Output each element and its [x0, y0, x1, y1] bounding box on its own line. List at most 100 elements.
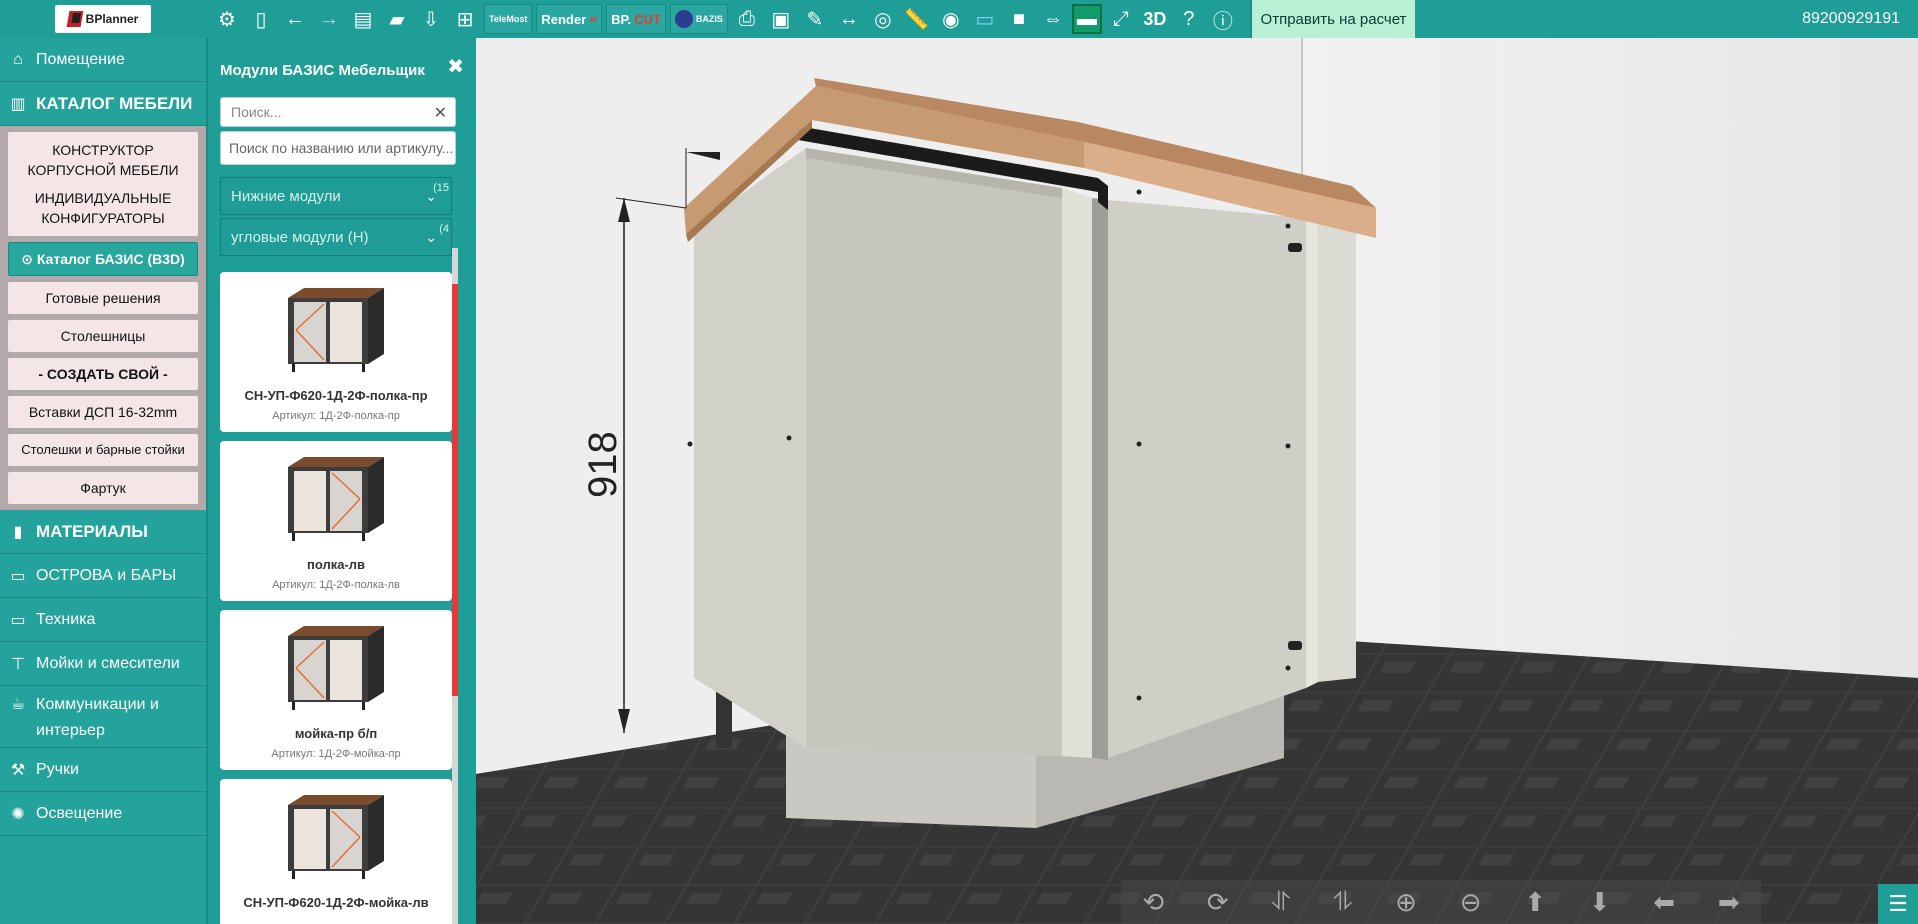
- camera-controls: ⟲ ⟳ ⥯ ⥮ ⊕ ⊖ ⬆ ⬇ ⬅ ➡: [1121, 880, 1761, 924]
- sidebar-item-label: Освещение: [36, 804, 123, 822]
- new-file-icon[interactable]: ▤: [348, 4, 378, 34]
- sidebar-item-materials[interactable]: ▮ МАТЕРИАЛЫ: [0, 510, 206, 554]
- sidebar-item-islands[interactable]: ▭ ОСТРОВА и БАРЫ: [0, 554, 206, 598]
- render-ai-button[interactable]: Render AI: [536, 4, 603, 34]
- print-icon[interactable]: ⎙: [732, 4, 762, 34]
- apron-button[interactable]: Фартук: [8, 472, 198, 504]
- tilt-up-icon[interactable]: ⥯: [1271, 886, 1290, 918]
- rotate-right-icon[interactable]: ⟳: [1207, 887, 1229, 918]
- fullscreen-icon[interactable]: ⤢: [1106, 4, 1136, 34]
- module-card[interactable]: мойка-пр б/п Артикул: 1Д-2Ф-мойка-пр: [220, 610, 452, 770]
- chipboard-inserts-button[interactable]: Вставки ДСП 16-32mm: [8, 396, 198, 428]
- catalog-submenu: КОНСТРУКТОР КОРПУСНОЙ МЕБЕЛИ ИНДИВИДУАЛЬ…: [0, 126, 206, 510]
- sidebar-item-appliances[interactable]: ▭ Техника: [0, 598, 206, 642]
- tilt-down-icon[interactable]: ⥮: [1334, 886, 1353, 918]
- sidebar-item-communications[interactable]: ☕ Коммуникации и интерьер: [0, 686, 206, 748]
- pan-right-icon[interactable]: ➡: [1718, 887, 1740, 918]
- search2-placeholder: Поиск по названию или артикулу...: [229, 140, 454, 156]
- module-article: Артикул: 1Д-2Ф-полка-пр: [272, 410, 400, 422]
- sidebar-item-sinks[interactable]: ⊤ Мойки и смесители: [0, 642, 206, 686]
- accordion-corner-modules[interactable]: угловые модули (Н) ⌄ (4: [220, 218, 452, 256]
- search-by-name-input[interactable]: Поиск по названию или артикулу...: [220, 131, 456, 165]
- list-scrollbar[interactable]: [452, 248, 458, 924]
- faucet-icon: ⊤: [11, 655, 25, 673]
- catalog-panel: Модули БАЗИС Мебельщик ✖ Поиск... ✕ Поис…: [206, 38, 476, 924]
- rotate-left-icon[interactable]: ⟲: [1142, 887, 1164, 918]
- info-icon[interactable]: ⓘ: [1208, 4, 1238, 34]
- tape-measure-icon[interactable]: ◎: [868, 4, 898, 34]
- sidebar-item-handles[interactable]: ⚒ Ручки: [0, 748, 206, 792]
- sidebar-item-room[interactable]: ⌂ Помещение: [0, 38, 206, 82]
- help-icon[interactable]: ?: [1174, 4, 1204, 34]
- send-for-calculation-button[interactable]: Отправить на расчет: [1250, 0, 1415, 38]
- top-toolbar: BPlanner ⚙ ▯ ← → ▤ ▰ ⇩ ⊞ TeleMost Render…: [0, 0, 1918, 38]
- ready-solutions-button[interactable]: Готовые решения: [8, 282, 198, 314]
- accordion-lower-modules[interactable]: Нижние модули ⌄ (15: [220, 177, 452, 215]
- sidebar-item-catalog[interactable]: ▥ КАТАЛОГ МЕБЕЛИ: [0, 82, 206, 126]
- scene-render: 918: [476, 38, 1918, 924]
- constructor-label: КОНСТРУКТОР КОРПУСНОЙ МЕБЕЛИ: [27, 142, 179, 178]
- module-card[interactable]: СН-УП-Ф620-1Д-2Ф-мойка-лв: [220, 779, 452, 924]
- left-sidebar: ⌂ Помещение ▥ КАТАЛОГ МЕБЕЛИ КОНСТРУКТОР…: [0, 38, 206, 924]
- sidebar-item-lighting[interactable]: ✺ Освещение: [0, 792, 206, 836]
- constructor-button[interactable]: КОНСТРУКТОР КОРПУСНОЙ МЕБЕЛИ ИНДИВИДУАЛЬ…: [8, 132, 198, 236]
- pencil-icon[interactable]: ✎: [800, 4, 830, 34]
- list-menu-icon[interactable]: ☰: [1878, 884, 1918, 924]
- clear-search-icon[interactable]: ✕: [434, 103, 447, 123]
- redo-arrow-icon[interactable]: →: [314, 4, 344, 34]
- bazis-logo-icon: [674, 10, 693, 28]
- camera-icon[interactable]: ■: [1004, 4, 1034, 34]
- module-article: Артикул: 1Д-2Ф-полка-лв: [272, 579, 400, 591]
- module-card[interactable]: СН-УП-Ф620-1Д-2Ф-полка-пр Артикул: 1Д-2Ф…: [220, 272, 452, 432]
- module-name: СН-УП-Ф620-1Д-2Ф-мойка-лв: [243, 895, 429, 910]
- comment-icon[interactable]: ▬: [1071, 4, 1102, 34]
- sidebar-item-label: ОСТРОВА и БАРЫ: [36, 566, 177, 584]
- fridge-icon[interactable]: ▯: [246, 4, 276, 34]
- open-folder-icon[interactable]: ▰: [382, 4, 412, 34]
- pan-up-icon[interactable]: ⬆: [1524, 887, 1546, 918]
- accordion-count: (4: [439, 223, 449, 235]
- accordion-label: угловые модули (Н): [231, 228, 369, 246]
- ruler-icon[interactable]: 📏: [902, 4, 932, 34]
- zoom-out-icon[interactable]: ⊖: [1460, 887, 1482, 918]
- create-own-button[interactable]: - СОЗДАТЬ СВОЙ -: [8, 358, 198, 390]
- sidebar-item-label: КАТАЛОГ МЕБЕЛИ: [36, 93, 193, 113]
- module-thumbnail-image: [288, 795, 384, 879]
- save-as-icon[interactable]: ⊞: [450, 4, 480, 34]
- cup-icon: ☕: [10, 696, 26, 713]
- eye-icon[interactable]: ◉: [936, 4, 966, 34]
- dimension-icon[interactable]: ↔: [834, 4, 864, 34]
- 3d-viewport[interactable]: 918 ⟲ ⟳ ⥯ ⥮ ⊕ ⊖ ⬆ ⬇ ⬅ ➡ ☰: [476, 38, 1918, 924]
- undo-arrow-icon[interactable]: ←: [280, 4, 310, 34]
- bp-cut-prefix: BP.: [611, 11, 632, 27]
- pan-down-icon[interactable]: ⬇: [1589, 887, 1611, 918]
- bp-cut-button[interactable]: BP. CUT: [606, 4, 666, 34]
- configurators-label: ИНДИВИДУАЛЬНЫЕ КОНФИГУРАТОРЫ: [34, 190, 172, 226]
- module-card[interactable]: полка-лв Артикул: 1Д-2Ф-полка-лв: [220, 441, 452, 601]
- scrollbar-thumb[interactable]: [452, 284, 458, 696]
- countertops-button[interactable]: Столешницы: [8, 320, 198, 352]
- logo[interactable]: BPlanner: [55, 5, 151, 33]
- image-icon[interactable]: ▣: [766, 4, 796, 34]
- bazis-catalog-button[interactable]: ⊙ Каталог БАЗИС (B3D): [8, 242, 198, 276]
- close-icon[interactable]: ✖: [447, 54, 464, 79]
- sidebar-item-label: Мойки и смесители: [36, 654, 180, 672]
- bazis-plugin-button[interactable]: BAZIS: [669, 4, 728, 34]
- search-placeholder: Поиск...: [231, 104, 282, 120]
- telemost-plugin-button[interactable]: TeleMost: [484, 4, 533, 34]
- save-file-icon[interactable]: ⇩: [416, 4, 446, 34]
- screen-icon[interactable]: ▭: [970, 4, 1000, 34]
- zoom-in-icon[interactable]: ⊕: [1395, 887, 1417, 918]
- bazis-label: BAZIS: [695, 14, 723, 24]
- bp-cut-suffix: CUT: [634, 11, 661, 27]
- render-ai-sup: AI: [589, 14, 598, 24]
- search-input[interactable]: Поиск... ✕: [220, 97, 456, 127]
- sidebar-item-label: Ручки: [36, 760, 79, 778]
- view-3d-button[interactable]: 3D: [1140, 4, 1170, 34]
- arrows-horizontal-icon[interactable]: ⇔: [1038, 4, 1068, 34]
- settings-gear-icon[interactable]: ⚙: [212, 4, 242, 34]
- island-icon: ▭: [10, 567, 26, 585]
- bar-counters-button[interactable]: Столешки и барные стойки: [8, 434, 198, 466]
- pan-left-icon[interactable]: ⬅: [1653, 887, 1675, 918]
- module-thumbnail-image: [288, 288, 384, 372]
